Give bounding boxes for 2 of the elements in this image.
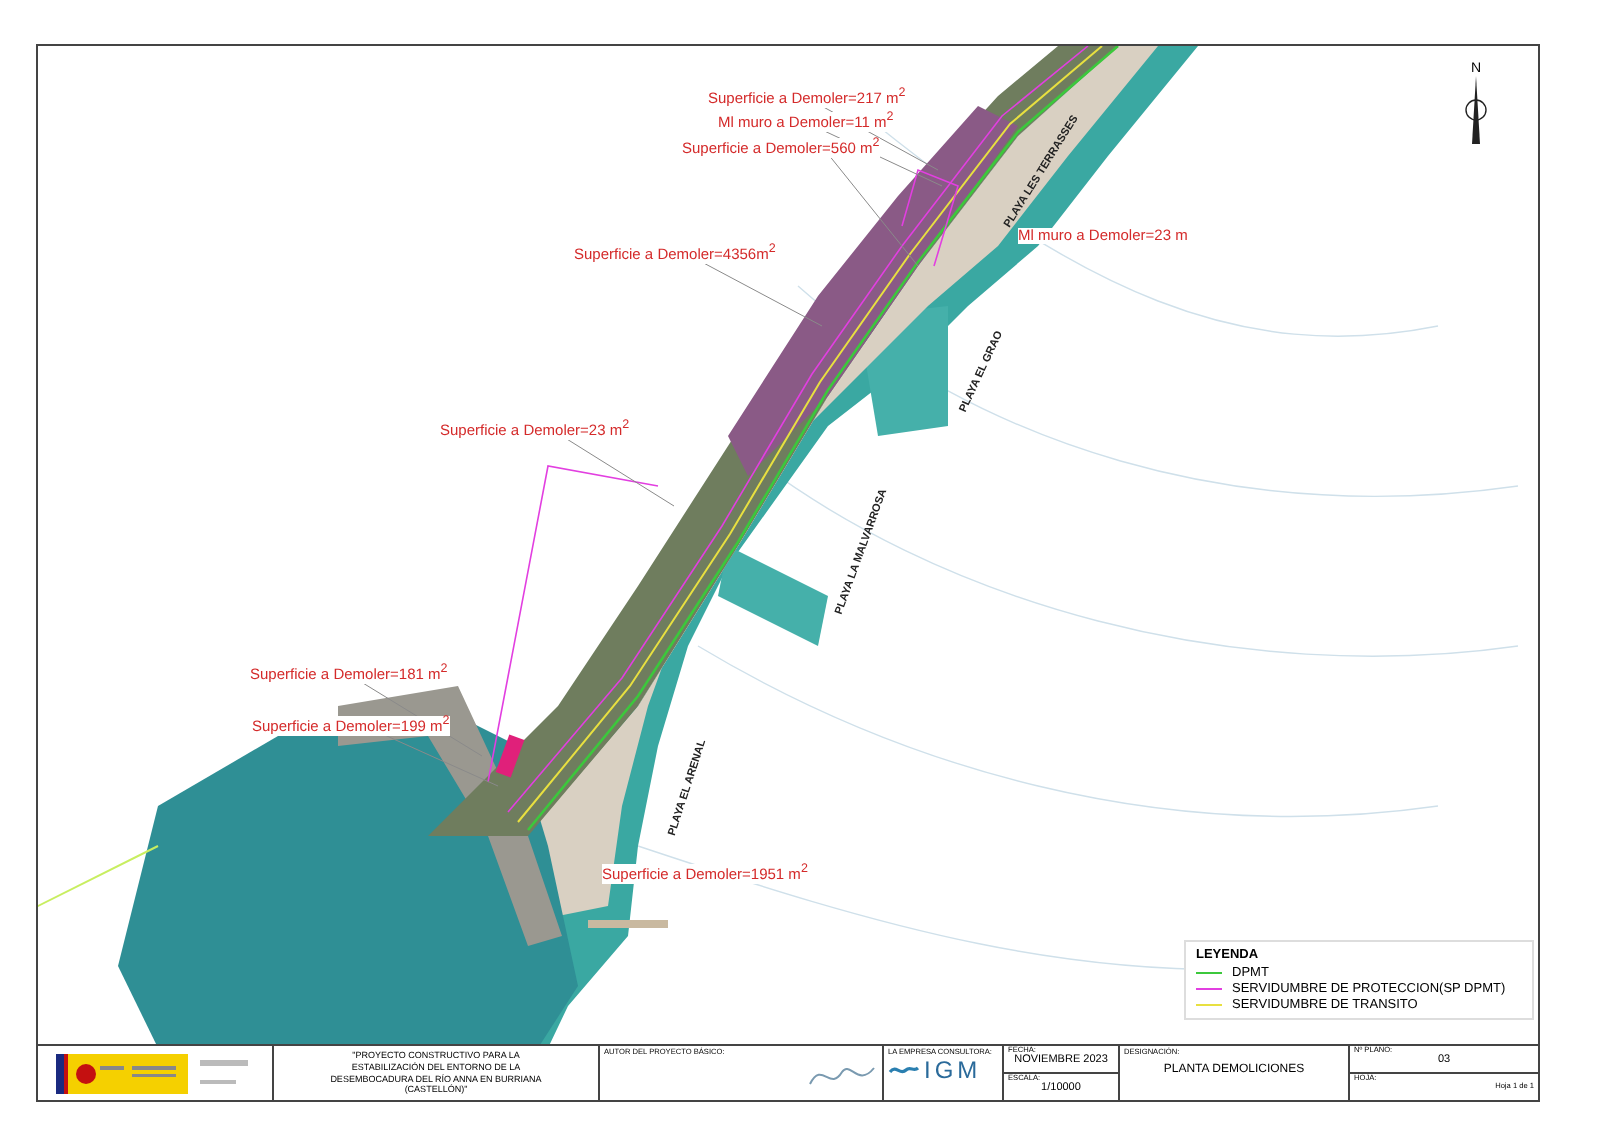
wave-logo-icon: [888, 1062, 920, 1078]
company-name: IGM: [924, 1056, 982, 1084]
